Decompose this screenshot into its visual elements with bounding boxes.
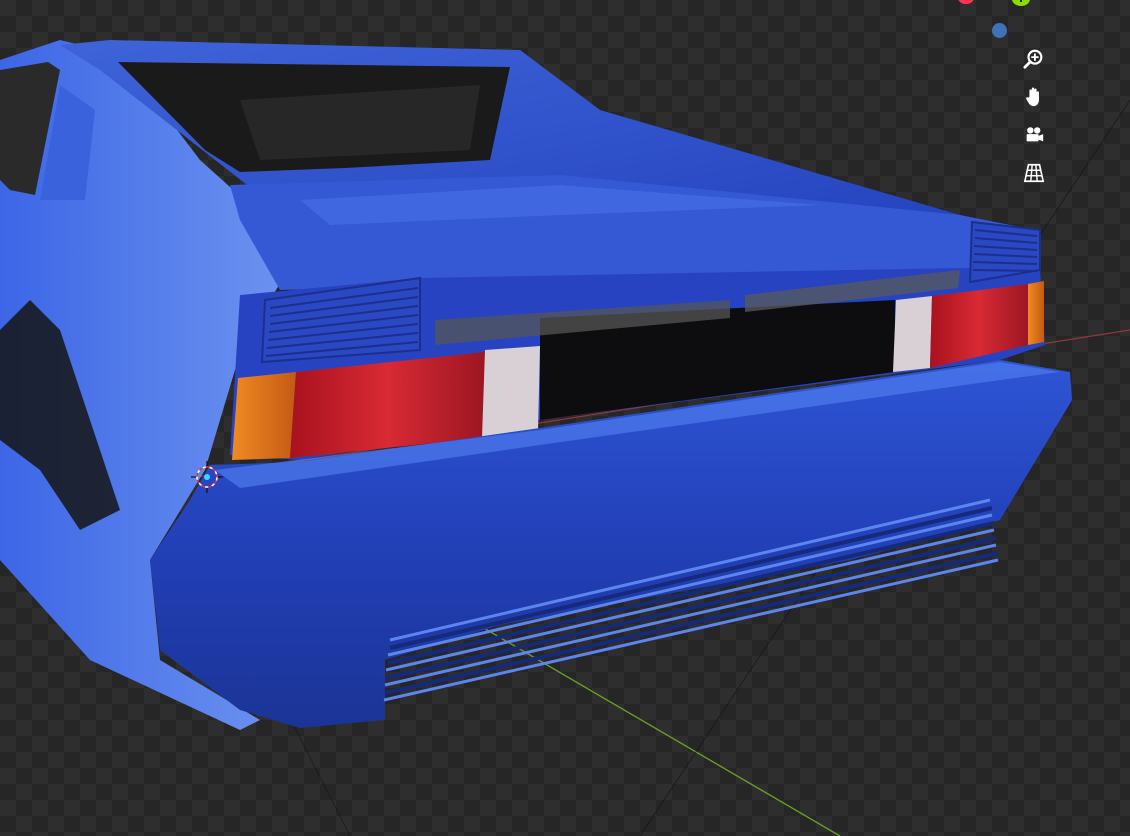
left-reverse-light (482, 346, 540, 438)
left-amber-light (232, 372, 296, 460)
perspective-toggle-button[interactable] (1016, 158, 1052, 188)
right-reverse-light (893, 296, 932, 372)
pan-button[interactable] (1016, 82, 1052, 112)
pan-hand-icon (1026, 87, 1039, 107)
gizmo-z-axis[interactable] (992, 23, 1007, 38)
zoom-icon (1023, 49, 1043, 69)
scene-render (0, 40, 1130, 836)
camera-icon (1026, 127, 1044, 142)
camera-view-button[interactable] (1016, 120, 1052, 150)
3d-viewport[interactable]: Y (0, 0, 1130, 836)
right-amber-light (1028, 281, 1044, 345)
perspective-grid-icon (1023, 163, 1045, 183)
left-louvres (260, 276, 421, 364)
zoom-button[interactable] (1016, 44, 1052, 74)
gizmo-y-label: Y (1012, 0, 1030, 6)
